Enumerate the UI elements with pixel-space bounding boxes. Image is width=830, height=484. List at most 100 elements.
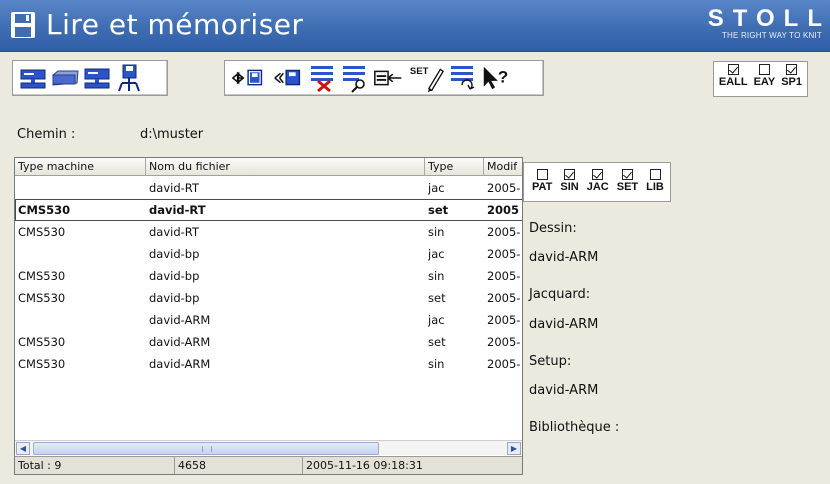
machine-type-cell: CMS530 <box>18 357 66 371</box>
file-name-cell: david-ARM <box>149 335 211 349</box>
file-type-cell: sin <box>428 269 445 283</box>
set-checkbox[interactable] <box>621 169 633 180</box>
file-type-cell: jac <box>428 181 445 195</box>
filter-lib[interactable]: LIB <box>642 167 668 201</box>
column-header-modified[interactable]: Modif <box>484 158 522 176</box>
window-title: Lire et mémoriser <box>46 8 304 41</box>
file-name-cell: david-RT <box>149 203 206 217</box>
horizontal-scrollbar[interactable]: ◀ ▶ <box>15 440 522 455</box>
drive-button-group <box>12 60 168 96</box>
table-row[interactable]: CMS530 david-ARM sin 2005- <box>15 353 522 375</box>
option-flags-group: EALL EAY SP1 <box>712 61 808 97</box>
table-body: david-RT jac 2005- CMS530 david-RT set 2005 CMS… <box>15 177 522 375</box>
table-row[interactable]: CMS530 david-RT set 2005 <box>15 199 522 221</box>
status-bar: Total : 9 4658 2005-11-16 09:18:31 <box>15 456 522 474</box>
table-row[interactable]: CMS530 david-bp sin 2005- <box>15 265 522 287</box>
lib-checkbox[interactable] <box>649 169 661 180</box>
file-type-cell: set <box>428 291 446 305</box>
flag-eall[interactable]: EALL <box>716 62 751 96</box>
find-file-button[interactable] <box>339 62 371 94</box>
scroll-right-button[interactable]: ▶ <box>507 442 521 455</box>
machine-type-cell: CMS530 <box>18 225 66 239</box>
svg-text:?: ? <box>498 68 508 87</box>
file-name-cell: david-ARM <box>149 357 211 371</box>
path-value: d:\muster <box>140 127 204 142</box>
setup-value: david-ARM <box>529 383 599 398</box>
table-header: Type machine Nom du fichier Type Modif <box>15 158 522 176</box>
jac-label: JAC <box>586 181 609 193</box>
filter-set[interactable]: SET <box>613 167 642 201</box>
copy-icon <box>274 69 301 86</box>
modified-cell: 2005 <box>487 203 520 217</box>
table-row[interactable]: CMS530 david-bp set 2005- <box>15 287 522 309</box>
path-label: Chemin : <box>17 127 76 142</box>
file-name-cell: david-RT <box>149 225 199 239</box>
machine-button[interactable] <box>17 62 49 94</box>
file-name-cell: david-bp <box>149 269 200 283</box>
floppy-disk-icon <box>11 12 35 38</box>
table-row[interactable]: david-bp jac 2005- <box>15 243 522 265</box>
file-type-cell: set <box>428 335 446 349</box>
flag-sp1[interactable]: SP1 <box>778 62 805 96</box>
file-type-cell: jac <box>428 247 445 261</box>
brand-tagline: THE RIGHT WAY TO KNIT <box>721 31 822 40</box>
svg-text:SET: SET <box>410 66 429 77</box>
modified-cell: 2005- <box>487 247 521 261</box>
machine-type-cell: CMS530 <box>18 335 66 349</box>
status-total: Total : 9 <box>15 457 175 474</box>
network-machine-button[interactable] <box>81 62 113 94</box>
table-row[interactable]: david-ARM jac 2005- <box>15 309 522 331</box>
send-to-icon <box>374 70 402 86</box>
set-edit-button[interactable]: SET <box>407 62 447 94</box>
file-name-cell: david-bp <box>149 291 200 305</box>
toolbar: SET ? EALL EAY SP1 <box>0 53 830 103</box>
set-label: SET <box>616 181 639 193</box>
copy-button[interactable] <box>271 62 307 94</box>
type-filter-group: PAT SIN JAC SET LIB <box>523 162 671 202</box>
machine-type-cell: CMS530 <box>18 203 71 217</box>
sp1-checkbox[interactable] <box>786 64 798 75</box>
column-header-file-name[interactable]: Nom du fichier <box>146 158 425 176</box>
column-header-type[interactable]: Type <box>425 158 484 176</box>
delete-file-icon <box>311 66 333 93</box>
sin-label: SIN <box>560 181 579 193</box>
modified-cell: 2005- <box>487 225 521 239</box>
filter-pat[interactable]: PAT <box>528 167 556 201</box>
eall-label: EALL <box>718 76 748 88</box>
eall-checkbox[interactable] <box>727 64 739 75</box>
modified-cell: 2005- <box>487 291 521 305</box>
jac-checkbox[interactable] <box>592 169 604 180</box>
table-row[interactable]: david-RT jac 2005- <box>15 177 522 199</box>
scrollbar-thumb[interactable] <box>33 442 379 455</box>
dessin-value: david-ARM <box>529 250 599 265</box>
table-row[interactable]: CMS530 david-RT sin 2005- <box>15 221 522 243</box>
help-cursor-button[interactable]: ? <box>479 62 513 94</box>
sin-checkbox[interactable] <box>564 169 576 180</box>
table-row[interactable]: CMS530 david-ARM set 2005- <box>15 331 522 353</box>
machine-type-cell: CMS530 <box>18 291 66 305</box>
file-name-cell: david-ARM <box>149 313 211 327</box>
delete-file-button[interactable] <box>307 62 339 94</box>
filter-sin[interactable]: SIN <box>556 167 582 201</box>
file-type-cell: sin <box>428 225 445 239</box>
transfer-button[interactable] <box>229 62 271 94</box>
scroll-left-button[interactable]: ◀ <box>16 442 30 455</box>
help-cursor-icon: ? <box>483 66 508 90</box>
convert-button[interactable] <box>447 62 479 94</box>
pat-checkbox[interactable] <box>536 169 548 180</box>
send-to-button[interactable] <box>371 62 407 94</box>
file-type-cell: sin <box>428 357 445 371</box>
network-save-icon <box>118 64 140 92</box>
modified-cell: 2005- <box>487 181 521 195</box>
column-header-machine-type[interactable]: Type machine <box>15 158 146 176</box>
dessin-label: Dessin: <box>529 221 577 236</box>
brand-name: STOLL <box>707 5 830 32</box>
eay-checkbox[interactable] <box>758 64 770 75</box>
network-save-button[interactable] <box>113 62 145 94</box>
network-machine-icon <box>84 68 110 89</box>
modified-cell: 2005- <box>487 313 521 327</box>
file-name-cell: david-RT <box>149 181 199 195</box>
flag-eay[interactable]: EAY <box>751 62 779 96</box>
disk-drive-button[interactable] <box>49 62 81 94</box>
filter-jac[interactable]: JAC <box>583 167 613 201</box>
